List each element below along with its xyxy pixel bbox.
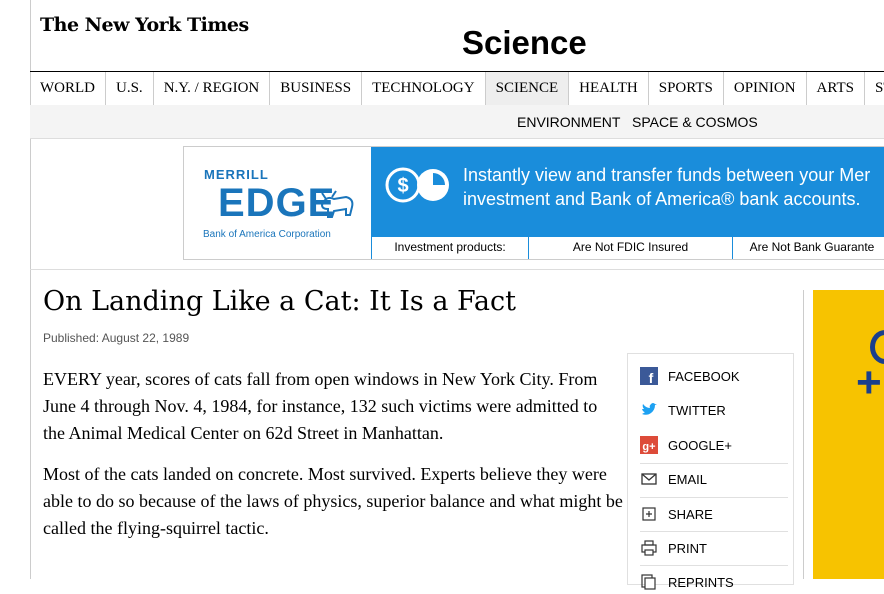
ad-message-line1: Instantly view and transfer funds betwee… bbox=[463, 165, 871, 185]
ad-brand-panel: MERRILL EDGE Bank of America Corporation bbox=[184, 147, 371, 259]
nyt-logo[interactable]: The New York Times bbox=[40, 14, 249, 36]
nav-item-opinion[interactable]: OPINION bbox=[724, 72, 807, 105]
svg-text:g+: g+ bbox=[642, 441, 655, 453]
ad-disclaimer-2: Are Not FDIC Insured bbox=[528, 237, 732, 259]
share-twitter-button[interactable]: TWITTER bbox=[640, 398, 726, 422]
share-email-button[interactable]: EMAIL bbox=[640, 467, 707, 491]
share-share-button[interactable]: SHARE bbox=[640, 502, 713, 526]
share-reprints-button[interactable]: REPRINTS bbox=[640, 570, 734, 594]
right-ad-plus-icon: + bbox=[856, 358, 882, 407]
share-email-label: EMAIL bbox=[668, 471, 708, 487]
nav-item-sports[interactable]: SPORTS bbox=[649, 72, 724, 105]
share-divider bbox=[640, 463, 788, 464]
print-icon bbox=[640, 539, 658, 557]
article-body: EVERY year, scores of cats fall from ope… bbox=[43, 366, 623, 556]
article-paragraph: EVERY year, scores of cats fall from ope… bbox=[43, 369, 598, 443]
subnav-item-environment[interactable]: ENVIRONMENT bbox=[517, 114, 620, 130]
ad-brand-top: MERRILL bbox=[204, 167, 269, 182]
share-facebook-label: FACEBOOK bbox=[668, 368, 740, 384]
science-subnav: ENVIRONMENT SPACE & COSMOS bbox=[30, 105, 884, 139]
ad-message-panel: $ Instantly view and transfer funds betw… bbox=[371, 147, 884, 259]
twitter-icon bbox=[640, 401, 658, 419]
share-print-label: PRINT bbox=[668, 540, 707, 556]
share-divider bbox=[640, 531, 788, 532]
nav-item-science[interactable]: SCIENCE bbox=[485, 72, 570, 105]
right-column-ad[interactable]: + bbox=[803, 290, 884, 579]
share-print-button[interactable]: PRINT bbox=[640, 536, 707, 560]
nav-item-us[interactable]: U.S. bbox=[106, 72, 154, 105]
nav-item-arts[interactable]: ARTS bbox=[807, 72, 865, 105]
facebook-icon: f bbox=[640, 367, 658, 385]
subnav-item-space-cosmos[interactable]: SPACE & COSMOS bbox=[632, 114, 758, 130]
merrill-edge-banner-ad[interactable]: MERRILL EDGE Bank of America Corporation… bbox=[183, 146, 884, 260]
reprints-icon bbox=[640, 573, 658, 591]
ad-disclaimer-3: Are Not Bank Guarante bbox=[731, 237, 884, 259]
share-icon bbox=[640, 505, 658, 523]
share-twitter-label: TWITTER bbox=[668, 402, 726, 418]
section-title: Science bbox=[462, 24, 587, 61]
share-facebook-button[interactable]: f FACEBOOK bbox=[640, 364, 740, 388]
ad-disclaimer-1: Investment products: bbox=[371, 237, 528, 259]
section-nav: WORLD U.S. N.Y. / REGION BUSINESS TECHNO… bbox=[30, 71, 884, 106]
share-share-label: SHARE bbox=[668, 506, 713, 522]
share-reprints-label: REPRINTS bbox=[668, 574, 734, 590]
ad-disclaimer-strip: Investment products: Are Not FDIC Insure… bbox=[371, 237, 884, 259]
nav-item-style[interactable]: ST bbox=[865, 72, 884, 105]
bull-icon bbox=[320, 190, 354, 218]
nav-item-world[interactable]: WORLD bbox=[30, 72, 106, 105]
article-paragraph: Most of the cats landed on concrete. Mos… bbox=[43, 464, 623, 538]
svg-text:f: f bbox=[649, 370, 654, 385]
share-divider bbox=[640, 497, 788, 498]
share-tools: f FACEBOOK TWITTER g+ GOOGLE+ EMAIL SHAR… bbox=[627, 353, 794, 590]
right-ad-yellow-panel bbox=[813, 290, 884, 579]
google-plus-icon: g+ bbox=[640, 436, 658, 454]
svg-text:$: $ bbox=[397, 175, 408, 197]
share-google-label: GOOGLE+ bbox=[668, 437, 732, 453]
nav-item-business[interactable]: BUSINESS bbox=[270, 72, 363, 105]
publish-date: Published: August 22, 1989 bbox=[43, 331, 190, 345]
share-divider bbox=[640, 565, 788, 566]
nav-item-ny-region[interactable]: N.Y. / REGION bbox=[154, 72, 271, 105]
nav-item-health[interactable]: HEALTH bbox=[569, 72, 649, 105]
dollar-icon: $ bbox=[385, 167, 449, 203]
share-google-button[interactable]: g+ GOOGLE+ bbox=[640, 433, 732, 457]
article-headline: On Landing Like a Cat: It Is a Fact bbox=[43, 286, 517, 317]
email-icon bbox=[640, 470, 658, 488]
ad-brand-sub: Bank of America Corporation bbox=[203, 229, 331, 240]
nav-item-technology[interactable]: TECHNOLOGY bbox=[362, 72, 486, 105]
ad-message: Instantly view and transfer funds betwee… bbox=[463, 163, 870, 211]
ad-message-line2: investment and Bank of America® bank acc… bbox=[463, 189, 861, 209]
